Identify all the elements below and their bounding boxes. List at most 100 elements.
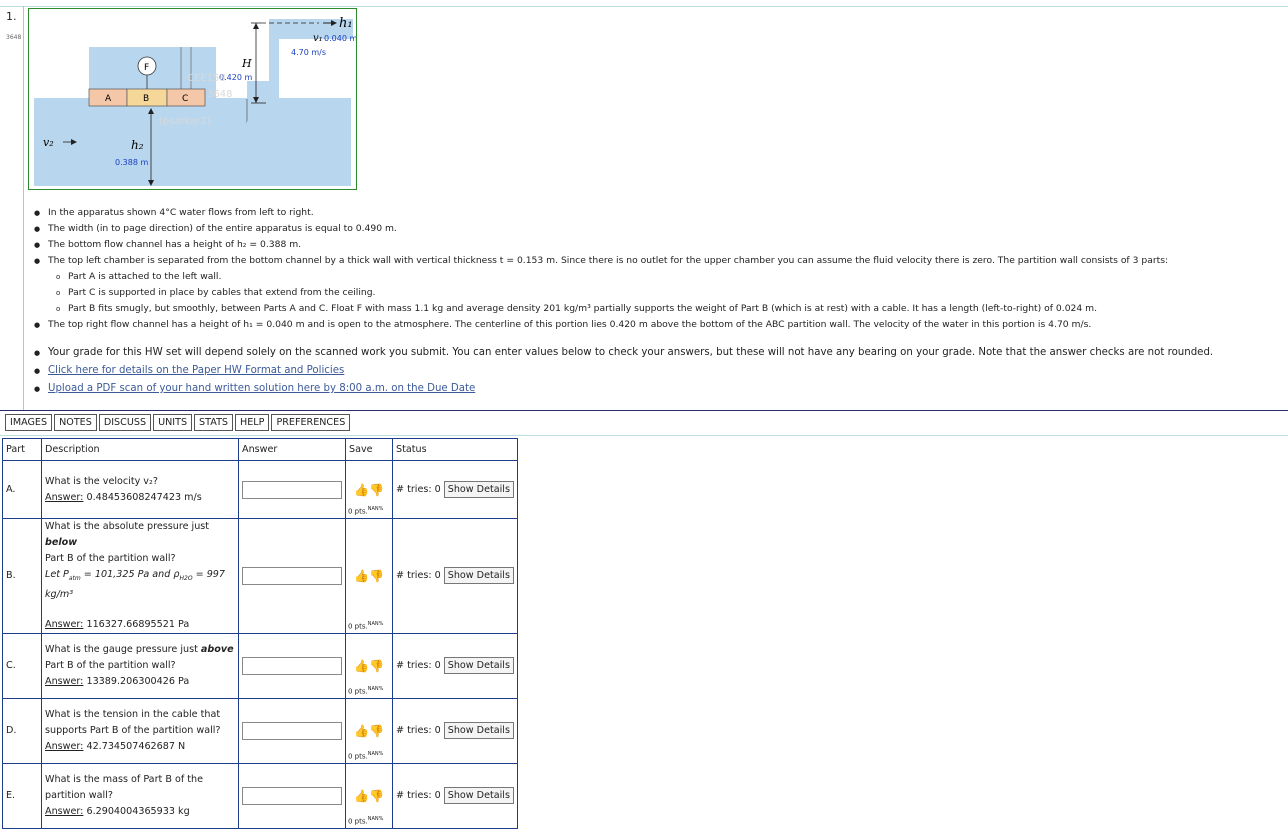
bottom-channel [34,98,351,186]
question-description: What is the tension in the cable that sup… [41,697,239,764]
watermark: (psarkar2) [159,116,211,127]
value-h1: 0.040 m [324,34,356,43]
question-line: partition wall? [45,789,113,801]
thumbs-down-icon[interactable]: 👎 [369,569,384,583]
part-label: A. [2,460,42,519]
tab-help[interactable]: HELP [235,414,270,431]
label-f: F [144,63,149,73]
question-line: What is the tension in the cable that [45,708,221,720]
apparatus-figure: h₁ v₁ 0.040 m 4.70 m/s F H 0.420 m A B C… [28,8,357,190]
grade-note: Your grade for this HW set will depend s… [34,344,1213,362]
question-line: What is the gauge pressure just above [45,643,234,655]
question-line: What is the mass of Part B of the [45,773,203,785]
tab-units[interactable]: UNITS [153,414,193,431]
tries-count: # tries: 0 [396,660,441,672]
thumbs-up-icon[interactable]: 👍 [354,483,369,497]
save-cell: 👍👎 0 pts.NAN% [345,460,393,519]
question-number: 1. [6,10,17,23]
points-label: 0 pts.NAN% [348,815,384,825]
value-h2: 0.388 m [115,158,148,167]
tab-notes[interactable]: NOTES [54,414,97,431]
status-cell: # tries: 0 Show Details [392,762,518,829]
header-status: Status [392,438,518,461]
question-description: What is the gauge pressure just above Par… [41,632,239,699]
question-description: What is the velocity v₂? Answer: 0.484536… [41,460,239,519]
answer-table: Part Description Answer Save Status A. Wh… [2,438,518,829]
description-item: The bottom flow channel has a height of … [34,237,1274,253]
thumbs-down-icon[interactable]: 👎 [369,789,384,803]
table-row: A. What is the velocity v₂? Answer: 0.4845… [2,460,518,519]
watermark: 3648 [207,89,232,100]
label-v1: v₁ [313,33,323,44]
thumbs-up-icon[interactable]: 👍 [354,659,369,673]
points-label: 0 pts.NAN% [348,685,384,695]
tabs-top-divider [0,410,1288,411]
show-details-button[interactable]: Show Details [443,567,514,585]
answer-line: Answer: 116327.66895521 Pa [45,618,190,630]
save-cell: 👍👎 0 pts.NAN% [345,632,393,699]
answer-line: Answer: 6.2904004365933 kg [45,805,190,817]
tabs-bottom-divider [0,435,1288,436]
riser-join [247,81,279,99]
show-details-button[interactable]: Show Details [443,787,514,805]
label-h2: h₂ [131,138,144,152]
header-description: Description [41,438,239,461]
table-row: B. What is the absolute pressure just bel… [2,518,518,634]
question-description: What is the absolute pressure just below… [41,518,239,634]
tab-images[interactable]: IMAGES [5,414,53,431]
answer-input[interactable] [242,656,342,675]
answer-input[interactable] [242,480,342,499]
points-label: 0 pts.NAN% [348,750,384,760]
paper-hw-link[interactable]: Click here for details on the Paper HW F… [48,365,344,376]
show-details-button[interactable]: Show Details [443,481,514,498]
save-cell: 👍👎 0 pts.NAN% [345,762,393,829]
thumbs-up-icon[interactable]: 👍 [354,724,369,738]
save-cell: 👍👎 0 pts.NAN% [345,697,393,764]
thumbs-down-icon[interactable]: 👎 [369,659,384,673]
label-a: A [105,94,112,104]
show-details-button[interactable]: Show Details [443,722,514,740]
description-item: The top left chamber is separated from t… [34,253,1274,269]
tries-count: # tries: 0 [396,484,441,495]
description-subitem: Part B fits smugly, but smoothly, betwee… [34,301,1274,317]
question-line: Part B of the partition wall? [45,553,176,564]
table-header-row: Part Description Answer Save Status [2,438,518,461]
answer-cell [238,697,346,764]
show-details-button[interactable]: Show Details [443,657,514,675]
thumbs-up-icon[interactable]: 👍 [354,569,369,583]
answer-input[interactable] [242,721,342,740]
tries-count: # tries: 0 [396,570,441,582]
question-id: 3648 [6,34,22,41]
tab-preferences[interactable]: PREFERENCES [271,414,351,431]
description-item: The width (in to page direction) of the … [34,221,1274,237]
thumbs-down-icon[interactable]: 👎 [369,483,384,497]
question-description: What is the mass of Part B of the partiti… [41,762,239,829]
header-part: Part [2,438,42,461]
thumbs-up-icon[interactable]: 👍 [354,789,369,803]
answer-input[interactable] [242,566,342,585]
upload-pdf-link[interactable]: Upload a PDF scan of your hand written s… [48,383,475,394]
points-label: 0 pts.NAN% [348,505,384,515]
header-save: Save [345,438,393,461]
question-line: What is the absolute pressure just below [45,521,210,548]
description-subitem: Part A is attached to the left wall. [34,269,1274,285]
status-cell: # tries: 0 Show Details [392,460,518,519]
save-cell: 👍👎 0 pts.NAN% [345,518,393,634]
description-subitem: Part C is supported in place by cables t… [34,285,1274,301]
tab-stats[interactable]: STATS [194,414,234,431]
label-H: H [241,57,252,70]
table-row: D. What is the tension in the cable that s… [2,697,518,764]
top-divider [0,6,1288,7]
status-cell: # tries: 0 Show Details [392,697,518,764]
left-vertical-rule [23,6,24,410]
thumbs-down-icon[interactable]: 👎 [369,724,384,738]
header-answer: Answer [238,438,346,461]
table-row: E. What is the mass of Part B of the parti… [2,762,518,829]
answer-input[interactable] [242,786,342,805]
part-label: B. [2,518,42,634]
status-cell: # tries: 0 Show Details [392,632,518,699]
part-label: D. [2,697,42,764]
points-label: 0 pts.NAN% [348,620,384,630]
description-item: In the apparatus shown 4°C water flows f… [34,205,1274,221]
tab-discuss[interactable]: DISCUSS [98,414,152,431]
